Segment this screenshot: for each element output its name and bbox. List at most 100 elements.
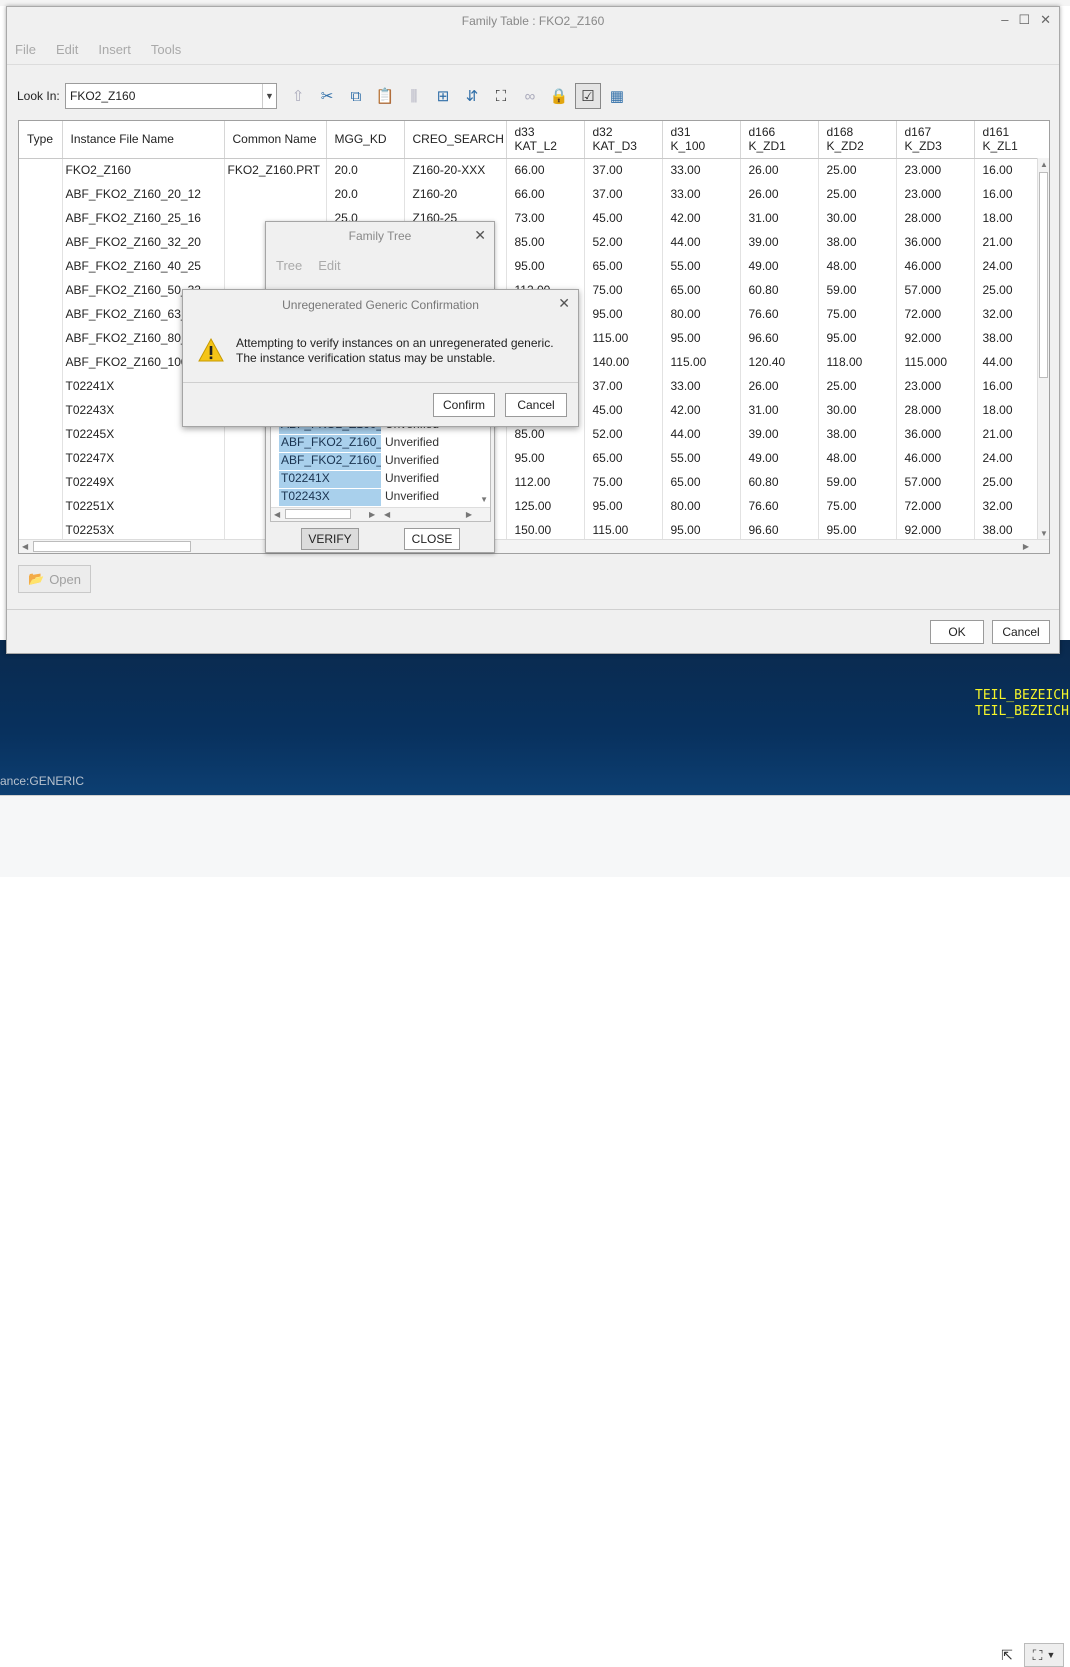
table-row[interactable]: T02251X 125.00 95.00 80.00 76.60 75.00 72.000 3…	[19, 494, 1049, 518]
table-cell[interactable]: 60.80	[740, 470, 819, 494]
table-cell[interactable]	[19, 158, 63, 182]
scroll-thumb[interactable]	[33, 541, 191, 552]
table-cell[interactable]: 28.000	[896, 206, 975, 230]
table-row[interactable]: ABF_FKO2_Z160_25_16 25.0 Z160-25 73.00 45.00…	[19, 206, 1049, 230]
table-cell[interactable]	[19, 326, 63, 350]
table-cell[interactable]: ABF_FKO2_Z160_40_25	[62, 254, 225, 278]
table-cell[interactable]: 80.00	[662, 494, 741, 518]
cancel-button[interactable]: Cancel	[992, 620, 1050, 644]
find-button[interactable]: ⛶ ▼	[1024, 1643, 1064, 1667]
table-cell[interactable]: 80.00	[662, 302, 741, 326]
confirm-button[interactable]: Confirm	[433, 393, 495, 417]
close-button[interactable]: CLOSE	[404, 528, 460, 550]
table-cell[interactable]: 65.00	[662, 278, 741, 302]
verify-button[interactable]: VERIFY	[301, 528, 359, 550]
table-cell[interactable]	[19, 350, 63, 374]
look-in-combo[interactable]: FKO2_Z160 ▼	[65, 83, 277, 109]
table-cell[interactable]: 95.00	[818, 326, 897, 350]
table-cell[interactable]: 92.000	[896, 326, 975, 350]
table-cell[interactable]: 23.000	[896, 374, 975, 398]
table-cell[interactable]: 75.00	[818, 494, 897, 518]
table-cell[interactable]: 38.00	[818, 422, 897, 446]
column-header[interactable]: d33 KAT_L2	[506, 121, 585, 159]
table-cell[interactable]: 46.000	[896, 446, 975, 470]
scroll-left-icon[interactable]: ◀	[22, 542, 28, 551]
menu-edit[interactable]: Edit	[318, 258, 340, 273]
table-cell[interactable]: 115.000	[896, 350, 975, 374]
table-cell[interactable]	[19, 278, 63, 302]
table-cell[interactable]: 96.60	[740, 326, 819, 350]
table-cell[interactable]: 23.000	[896, 158, 975, 182]
table-cell[interactable]: 38.00	[818, 230, 897, 254]
open-button[interactable]: 📂 Open	[18, 565, 91, 593]
table-cell[interactable]: 115.00	[662, 350, 741, 374]
table-cell[interactable]: 37.00	[584, 158, 663, 182]
table-cell[interactable]: 95.00	[584, 302, 663, 326]
table-cell[interactable]: 65.00	[584, 446, 663, 470]
cut-icon[interactable]: ✂	[314, 83, 340, 109]
table-cell[interactable]: 26.00	[740, 374, 819, 398]
table-cell[interactable]	[19, 422, 63, 446]
add-item-icon[interactable]: ⊞	[430, 83, 456, 109]
table-cell[interactable]: 46.000	[896, 254, 975, 278]
table-cell[interactable]: 44.00	[662, 422, 741, 446]
table-cell[interactable]: 75.00	[584, 470, 663, 494]
table-cell[interactable]	[19, 374, 63, 398]
table-cell[interactable]	[19, 398, 63, 422]
table-cell[interactable]: 72.000	[896, 302, 975, 326]
table-row[interactable]: T02249X 112.00 75.00 65.00 60.80 59.00 57.000 2…	[19, 470, 1049, 494]
table-cell[interactable]: 115.00	[584, 326, 663, 350]
table-row[interactable]: FKO2_Z160 FKO2_Z160.PRT 20.0 Z160-20-XXX 66.…	[19, 158, 1049, 182]
table-cell[interactable]: 120.40	[740, 350, 819, 374]
table-cell[interactable]: 55.00	[662, 254, 741, 278]
table-cell[interactable]	[19, 206, 63, 230]
table-cell[interactable]: 95.00	[662, 326, 741, 350]
maximize-icon[interactable]: ☐	[1018, 12, 1030, 28]
list-item[interactable]: T02241X Unverified	[279, 471, 439, 488]
table-cell[interactable]: 37.00	[584, 374, 663, 398]
table-cell[interactable]	[19, 494, 63, 518]
scroll-right-icon[interactable]: ▶	[466, 510, 472, 519]
column-header[interactable]: d168 K_ZD2	[818, 121, 897, 159]
table-cell[interactable]: 36.000	[896, 230, 975, 254]
table-cell[interactable]: 30.00	[818, 206, 897, 230]
close-icon[interactable]: ✕	[558, 295, 570, 312]
column-header[interactable]: d161 K_ZL1	[974, 121, 1049, 159]
up-level-icon[interactable]: ⇧	[285, 83, 311, 109]
table-cell[interactable]: 49.00	[740, 446, 819, 470]
column-header[interactable]: d167 K_ZD3	[896, 121, 975, 159]
insert-column-icon[interactable]: ⫼	[401, 83, 427, 109]
table-cell[interactable]: 66.00	[506, 158, 585, 182]
table-cell[interactable]: 59.00	[818, 470, 897, 494]
column-header[interactable]: MGG_KD	[326, 121, 405, 159]
table-cell[interactable]: Z160-20	[404, 182, 507, 206]
table-cell[interactable]: 31.00	[740, 398, 819, 422]
table-cell[interactable]: 52.00	[584, 422, 663, 446]
table-cell[interactable]: 66.00	[506, 182, 585, 206]
table-cell[interactable]: 73.00	[506, 206, 585, 230]
table-cell[interactable]: 25.00	[818, 158, 897, 182]
column-header[interactable]: CREO_SEARCH	[404, 121, 507, 159]
close-icon[interactable]: ✕	[1040, 12, 1051, 28]
table-cell[interactable]: 33.00	[662, 374, 741, 398]
table-cell[interactable]: FKO2_Z160	[62, 158, 225, 182]
table-cell[interactable]: T02249X	[62, 470, 225, 494]
table-cell[interactable]: 95.00	[506, 446, 585, 470]
table-row[interactable]: ABF_FKO2_Z160_32_20 85.00 52.00 44.00 39.00 3…	[19, 230, 1049, 254]
table-cell[interactable]: T02247X	[62, 446, 225, 470]
table-cell[interactable]: 95.00	[584, 494, 663, 518]
copy-icon[interactable]: ⧉	[343, 83, 369, 109]
table-cell[interactable]: 42.00	[662, 206, 741, 230]
minimize-icon[interactable]: –	[1001, 12, 1008, 28]
scroll-left-icon[interactable]: ◀	[274, 510, 280, 519]
table-cell[interactable]: 65.00	[584, 254, 663, 278]
patternize-icon[interactable]: ⇵	[459, 83, 485, 109]
menu-insert[interactable]: Insert	[98, 42, 131, 57]
table-cell[interactable]	[19, 230, 63, 254]
table-cell[interactable]: 30.00	[818, 398, 897, 422]
list-item[interactable]: T02243X Unverified	[279, 489, 439, 506]
column-header[interactable]: Instance File Name	[62, 121, 225, 159]
chevron-down-icon[interactable]: ▼	[262, 84, 276, 108]
table-cell[interactable]: 44.00	[662, 230, 741, 254]
select-filter-icon[interactable]: ⇱	[996, 1643, 1018, 1667]
